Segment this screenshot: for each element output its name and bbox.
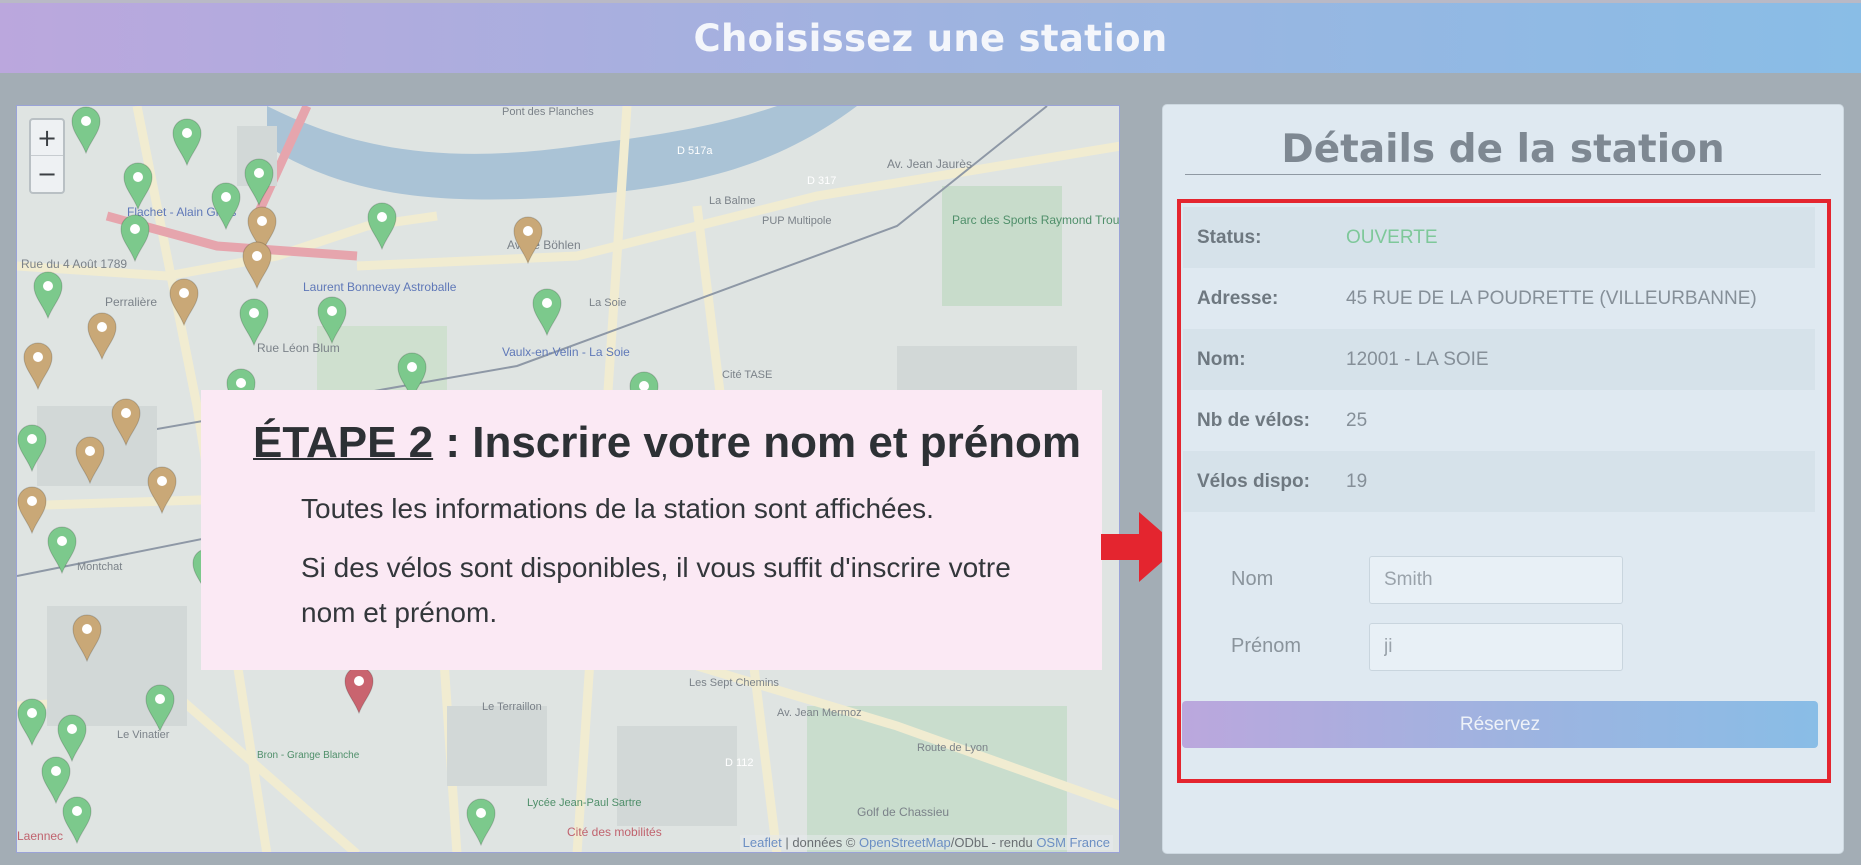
map-label: Le Terraillon	[482, 701, 542, 713]
station-details-panel: Détails de la station Status: OUVERTE Ad…	[1162, 104, 1844, 854]
map-label: Rue du 4 Août 1789	[21, 257, 127, 271]
map-label: PUP Multipole	[762, 215, 832, 227]
map-label: La Soie	[589, 297, 626, 309]
map-label: Bron - Grange Blanche	[257, 750, 360, 761]
map-marker-icon[interactable]	[466, 798, 496, 846]
map-marker-icon[interactable]	[147, 466, 177, 514]
map-marker-icon[interactable]	[17, 424, 47, 472]
step-paragraph: Toutes les informations de la station so…	[301, 493, 934, 524]
map-marker-icon[interactable]	[120, 214, 150, 262]
name-value: 12001 - LA SOIE	[1346, 348, 1489, 370]
zoom-in-button[interactable]: +	[31, 120, 63, 156]
map-marker-icon[interactable]	[75, 436, 105, 484]
map-marker-icon[interactable]	[172, 118, 202, 166]
map-label: Laennec	[17, 829, 63, 843]
map-label: Av. Jean Jaurès	[887, 157, 972, 171]
map-marker-icon[interactable]	[242, 241, 272, 289]
detail-label: Adresse:	[1197, 287, 1279, 309]
map-label: D 112	[725, 757, 754, 769]
detail-row-bikes: Nb de vélos: 25	[1183, 390, 1815, 451]
prenom-row: Prénom	[1163, 623, 1845, 671]
map-label: Lycée Jean-Paul Sartre	[527, 797, 642, 809]
map-marker-icon[interactable]	[47, 526, 77, 574]
map-marker-icon[interactable]	[57, 714, 87, 762]
status-value: OUVERTE	[1346, 226, 1438, 248]
map-marker-icon[interactable]	[244, 158, 274, 206]
map-marker-icon[interactable]	[111, 398, 141, 446]
address-value: 45 RUE DE LA POUDRETTE (VILLEURBANNE)	[1346, 287, 1757, 309]
map-marker-icon[interactable]	[532, 288, 562, 336]
prenom-input[interactable]	[1369, 623, 1623, 671]
map-marker-icon[interactable]	[71, 106, 101, 154]
nom-row: Nom	[1163, 556, 1845, 604]
osm-link[interactable]: OpenStreetMap	[859, 835, 951, 850]
map-label: Av. Jean Mermoz	[777, 707, 862, 719]
nom-input[interactable]	[1369, 556, 1623, 604]
map-marker-icon[interactable]	[23, 342, 53, 390]
detail-label: Nb de vélos:	[1197, 409, 1310, 431]
step-paragraph: Si des vélos sont disponibles, il vous s…	[301, 552, 1011, 628]
map-label: Cité TASE	[722, 369, 772, 381]
leaflet-link[interactable]: Leaflet	[743, 835, 782, 850]
detail-row-address: Adresse: 45 RUE DE LA POUDRETTE (VILLEUR…	[1183, 268, 1815, 329]
step-heading: ÉTAPE 2 : Inscrire votre nom et prénom	[253, 418, 1102, 468]
reserve-button[interactable]: Réservez	[1182, 701, 1818, 748]
map-label: Parc des Sports Raymond Troussier	[952, 213, 1120, 227]
detail-label: Status:	[1197, 226, 1262, 248]
page-header: Choisissez une station	[0, 0, 1861, 73]
detail-row-name: Nom: 12001 - LA SOIE	[1183, 329, 1815, 390]
map-marker-icon[interactable]	[72, 614, 102, 662]
available-value: 19	[1346, 470, 1368, 492]
prenom-label: Prénom	[1231, 635, 1302, 657]
map-label: Golf de Chassieu	[857, 805, 949, 819]
map-label: La Balme	[709, 195, 755, 207]
map-marker-icon[interactable]	[239, 298, 269, 346]
osm-france-link[interactable]: OSM France	[1036, 835, 1110, 850]
detail-row-status: Status: OUVERTE	[1183, 207, 1815, 268]
details-table: Status: OUVERTE Adresse: 45 RUE DE LA PO…	[1183, 207, 1815, 512]
attribution-text: | données ©	[781, 835, 860, 850]
nom-label: Nom	[1231, 568, 1274, 590]
map-label: Montchat	[77, 561, 122, 573]
map-label: Les Sept Chemins	[689, 677, 779, 689]
map-marker-icon[interactable]	[211, 182, 241, 230]
map-label: D 517a	[677, 145, 713, 157]
step-title: : Inscrire votre nom et prénom	[433, 418, 1082, 467]
step-number: ÉTAPE 2	[253, 418, 434, 467]
map-label: Laurent Bonnevay Astroballe	[303, 280, 457, 294]
map-marker-icon[interactable]	[17, 486, 47, 534]
map-marker-icon[interactable]	[145, 684, 175, 732]
map-label: Route de Lyon	[917, 742, 988, 754]
zoom-out-button[interactable]: −	[31, 156, 63, 192]
bikes-value: 25	[1346, 409, 1368, 431]
map-marker-icon[interactable]	[169, 278, 199, 326]
map-label: Perralière	[105, 295, 157, 309]
map-marker-icon[interactable]	[123, 162, 153, 210]
map-marker-icon[interactable]	[62, 796, 92, 844]
attribution-text: /ODbL - rendu	[950, 835, 1037, 850]
detail-row-available: Vélos dispo: 19	[1183, 451, 1815, 512]
tutorial-overlay: ÉTAPE 2 : Inscrire votre nom et prénom T…	[201, 390, 1102, 670]
map-marker-icon[interactable]	[367, 202, 397, 250]
map-attribution: Leaflet | données © OpenStreetMap/ODbL -…	[739, 835, 1113, 850]
map-marker-icon[interactable]	[344, 666, 374, 714]
map-label: Cité des mobilités	[567, 825, 662, 839]
page-title: Choisissez une station	[693, 16, 1168, 60]
zoom-control: + −	[29, 118, 65, 194]
map-label: D 317	[807, 175, 836, 187]
detail-label: Vélos dispo:	[1197, 470, 1310, 492]
map-label: Pont des Planches	[502, 106, 594, 118]
panel-title: Détails de la station	[1185, 127, 1821, 175]
detail-label: Nom:	[1197, 348, 1246, 370]
map-marker-icon[interactable]	[317, 296, 347, 344]
map-marker-icon[interactable]	[17, 698, 47, 746]
map-marker-icon[interactable]	[513, 216, 543, 264]
map-marker-icon[interactable]	[33, 271, 63, 319]
map-label: Vaulx-en-Velin - La Soie	[502, 345, 630, 359]
map-marker-icon[interactable]	[87, 312, 117, 360]
